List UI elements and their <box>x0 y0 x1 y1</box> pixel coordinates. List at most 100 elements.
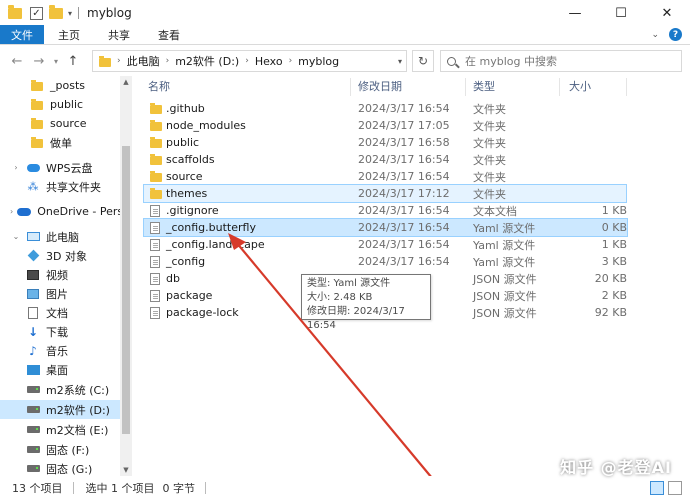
large-icons-view-icon[interactable] <box>668 481 682 495</box>
file-row[interactable]: .gitignore 2024/3/17 16:54 文本文档 1 KB <box>144 202 627 219</box>
column-header-type[interactable]: 类型 <box>473 76 495 96</box>
file-type: Yaml 源文件 <box>473 238 536 252</box>
forward-button[interactable]: → <box>28 50 50 72</box>
nav-item-pictures[interactable]: 图片 <box>0 284 120 303</box>
documents-icon <box>26 306 40 319</box>
watermark: 知乎 @老登AI <box>560 458 672 477</box>
nav-item-3d-objects[interactable]: 3D 对象 <box>0 246 120 265</box>
new-folder-quick-access-icon[interactable] <box>49 5 63 20</box>
file-icon <box>150 239 160 251</box>
file-name: node_modules <box>166 119 246 132</box>
scrollbar-thumb[interactable] <box>122 146 130 434</box>
close-button[interactable]: ✕ <box>644 0 690 26</box>
tooltip-type: 类型: Yaml 源文件 <box>307 278 391 289</box>
expand-icon[interactable]: › <box>10 163 22 172</box>
nav-item-public[interactable]: public <box>0 95 120 114</box>
tab-share[interactable]: 共享 <box>94 25 144 44</box>
properties-quick-access-icon[interactable]: ✓ <box>30 6 43 20</box>
selection-size: 0 字节 <box>162 482 196 495</box>
nav-item-label: 文档 <box>46 306 68 320</box>
file-name: _config <box>166 255 206 268</box>
wps-cloud-icon <box>26 162 40 174</box>
nav-scrollbar[interactable]: ▲ ▼ <box>120 76 132 476</box>
chevron-right-icon: › <box>117 56 121 66</box>
file-row[interactable]: _config.landscape 2024/3/17 16:54 Yaml 源… <box>144 236 627 253</box>
file-type: JSON 源文件 <box>473 272 537 286</box>
nav-item-this-pc[interactable]: ⌄ 此电脑 <box>0 227 120 246</box>
column-divider[interactable] <box>626 78 627 96</box>
file-row-selected[interactable]: _config.butterfly 2024/3/17 16:54 Yaml 源… <box>143 218 628 237</box>
folder-icon <box>30 137 44 149</box>
tab-view[interactable]: 查看 <box>144 25 194 44</box>
column-divider[interactable] <box>350 78 351 96</box>
tab-file[interactable]: 文件 <box>0 25 44 44</box>
nav-item-videos[interactable]: 视频 <box>0 265 120 284</box>
expand-icon[interactable]: › <box>10 207 13 216</box>
nav-item-drive-c[interactable]: m2系统 (C:) <box>0 380 120 399</box>
nav-item-label: OneDrive - Perso <box>37 205 120 218</box>
column-header-date[interactable]: 修改日期 <box>358 76 402 96</box>
column-header-size[interactable]: 大小 <box>569 76 591 96</box>
column-divider[interactable] <box>559 78 560 96</box>
file-date: 2024/3/17 16:54 <box>358 221 450 234</box>
minimize-button[interactable]: — <box>552 0 598 26</box>
nav-item-drive-f[interactable]: 固态 (F:) <box>0 440 120 459</box>
details-view-icon[interactable] <box>650 481 664 495</box>
file-row[interactable]: _config 2024/3/17 16:54 Yaml 源文件 3 KB <box>144 253 627 270</box>
nav-item-source[interactable]: source <box>0 114 120 133</box>
status-divider <box>205 482 206 494</box>
expand-ribbon-icon[interactable]: ⌄ <box>651 30 659 40</box>
file-name: themes <box>166 187 208 200</box>
scroll-up-icon[interactable]: ▲ <box>120 76 132 88</box>
breadcrumb-myblog[interactable]: myblog <box>298 55 339 68</box>
nav-item-documents[interactable]: 文档 <box>0 303 120 322</box>
file-row[interactable]: .github 2024/3/17 16:54 文件夹 <box>144 100 627 117</box>
file-name: public <box>166 136 200 149</box>
nav-item-drive-d[interactable]: m2软件 (D:) <box>0 400 120 419</box>
breadcrumb-this-pc[interactable]: 此电脑 <box>127 53 160 69</box>
address-bar[interactable]: › 此电脑 › m2软件 (D:) › Hexo › myblog ▾ <box>92 50 407 72</box>
recent-locations-icon[interactable]: ▾ <box>50 50 62 72</box>
status-divider <box>72 482 74 494</box>
file-name: .gitignore <box>166 204 219 217</box>
file-row[interactable]: node_modules 2024/3/17 17:05 文件夹 <box>144 117 627 134</box>
nav-item-desktop[interactable]: 桌面 <box>0 360 120 379</box>
video-icon <box>26 269 40 281</box>
file-row[interactable]: public 2024/3/17 16:58 文件夹 <box>144 134 627 151</box>
help-icon[interactable]: ? <box>669 28 682 41</box>
file-name: _config.landscape <box>166 238 265 251</box>
3d-objects-icon <box>26 249 40 262</box>
nav-item-onedrive[interactable]: › OneDrive - Perso <box>0 202 120 221</box>
breadcrumb-drive-d[interactable]: m2软件 (D:) <box>175 53 239 69</box>
up-button[interactable]: ↑ <box>62 50 84 72</box>
nav-item-wps-cloud[interactable]: › WPS云盘 <box>0 158 120 177</box>
breadcrumb-hexo[interactable]: Hexo <box>255 55 283 68</box>
customize-quick-access-icon[interactable]: ▾ <box>68 9 72 18</box>
item-count: 13 个项目 <box>12 482 63 495</box>
folder-icon <box>150 154 162 165</box>
column-header-name[interactable]: 名称 <box>148 76 170 96</box>
file-icon <box>150 256 160 268</box>
tab-home[interactable]: 主页 <box>44 25 94 44</box>
scroll-down-icon[interactable]: ▼ <box>120 464 132 476</box>
file-icon <box>150 307 160 319</box>
chevron-down-icon[interactable]: ⌄ <box>10 232 22 241</box>
maximize-button[interactable]: ☐ <box>598 0 644 26</box>
back-button[interactable]: ← <box>6 50 28 72</box>
nav-item-shared-folder[interactable]: ⁂ 共享文件夹 <box>0 177 120 196</box>
address-dropdown-icon[interactable]: ▾ <box>398 57 402 66</box>
nav-item-zuodan[interactable]: 做单 <box>0 133 120 152</box>
file-row[interactable]: scaffolds 2024/3/17 16:54 文件夹 <box>144 151 627 168</box>
chevron-right-icon: › <box>165 56 170 66</box>
file-row[interactable]: source 2024/3/17 16:54 文件夹 <box>144 168 627 185</box>
refresh-button[interactable]: ↻ <box>412 50 434 72</box>
search-input[interactable]: 在 myblog 中搜索 <box>440 50 682 72</box>
nav-item-music[interactable]: ♪ 音乐 <box>0 341 120 360</box>
file-row[interactable]: themes 2024/3/17 17:12 文件夹 <box>143 184 627 203</box>
nav-item-drive-e[interactable]: m2文档 (E:) <box>0 420 120 439</box>
folder-icon <box>99 55 111 67</box>
nav-item-downloads[interactable]: ↓ 下载 <box>0 322 120 341</box>
column-divider[interactable] <box>465 78 466 96</box>
file-date: 2024/3/17 16:54 <box>358 255 450 268</box>
nav-item-posts[interactable]: _posts <box>0 76 120 95</box>
